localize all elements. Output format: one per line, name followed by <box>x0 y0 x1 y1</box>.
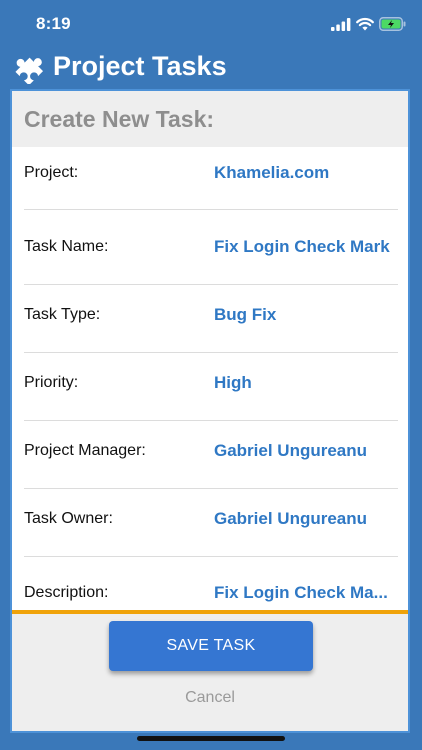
status-bar: 8:19 <box>0 0 422 48</box>
project-manager-value[interactable]: Gabriel Ungureanu <box>214 441 367 461</box>
project-manager-label: Project Manager: <box>24 442 146 459</box>
status-time: 8:19 <box>36 14 71 33</box>
task-type-label: Task Type: <box>24 306 101 323</box>
app-screen: 8:19 Project Tasks Create New Task: Proj… <box>0 0 422 750</box>
home-indicator[interactable] <box>137 736 285 741</box>
create-task-card: Create New Task: Project: Khamelia.com T… <box>10 89 410 733</box>
task-owner-label: Task Owner: <box>24 510 113 527</box>
app-header: Project Tasks <box>0 48 422 88</box>
battery-icon <box>379 17 406 31</box>
task-name-value[interactable]: Fix Login Check Mark <box>214 237 390 257</box>
description-value[interactable]: Fix Login Check Ma... <box>214 583 388 603</box>
description-label: Description: <box>24 584 109 601</box>
priority-value[interactable]: High <box>214 373 252 393</box>
task-form[interactable]: Project: Khamelia.com Task Name: Fix Log… <box>12 147 408 611</box>
signal-icon <box>331 18 351 31</box>
form-row-task-owner[interactable]: Task Owner: Gabriel Ungureanu <box>12 489 408 557</box>
project-label: Project: <box>24 164 79 181</box>
form-row-task-type[interactable]: Task Type: Bug Fix <box>12 285 408 353</box>
priority-label: Priority: <box>24 374 79 391</box>
cancel-button[interactable]: Cancel <box>12 689 408 707</box>
task-type-value[interactable]: Bug Fix <box>214 305 276 325</box>
project-value[interactable]: Khamelia.com <box>214 163 329 183</box>
form-row-task-name[interactable]: Task Name: Fix Login Check Mark <box>12 210 408 285</box>
form-row-project[interactable]: Project: Khamelia.com <box>12 147 408 210</box>
card-footer: SAVE TASK Cancel <box>12 614 408 731</box>
save-task-button[interactable]: SAVE TASK <box>109 621 313 671</box>
task-owner-value[interactable]: Gabriel Ungureanu <box>214 509 367 529</box>
card-header: Create New Task: <box>12 91 408 147</box>
form-row-priority[interactable]: Priority: High <box>12 353 408 421</box>
puzzle-icon <box>15 57 44 84</box>
form-row-description[interactable]: Description: Fix Login Check Ma... <box>12 557 408 611</box>
form-row-project-manager[interactable]: Project Manager: Gabriel Ungureanu <box>12 421 408 489</box>
app-title: Project Tasks <box>53 51 227 81</box>
task-name-label: Task Name: <box>24 238 109 255</box>
wifi-icon <box>356 18 374 31</box>
card-title: Create New Task: <box>24 106 215 132</box>
